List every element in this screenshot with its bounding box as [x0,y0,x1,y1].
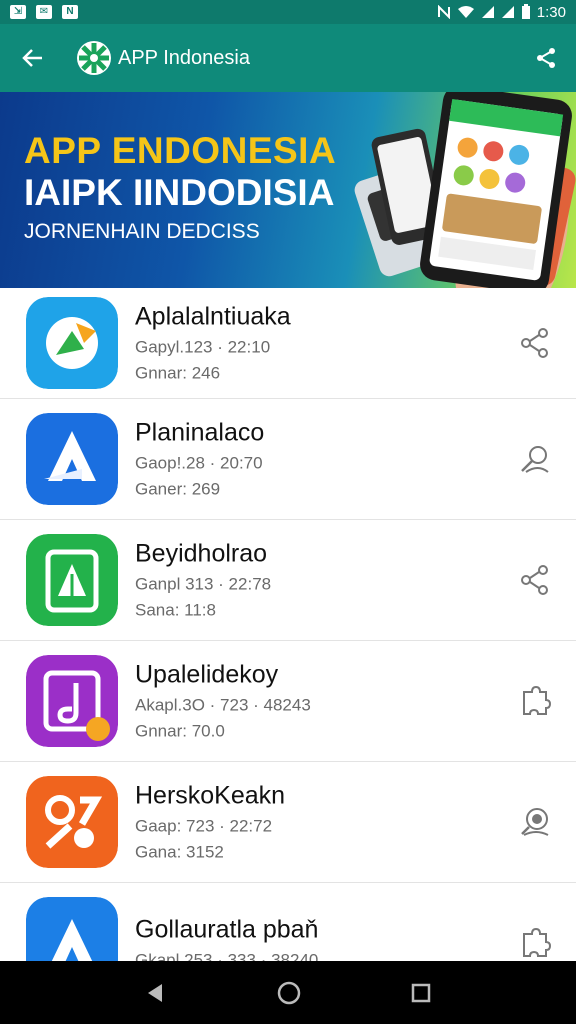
mail-notification-icon: ✉ [36,5,52,19]
arrow-back-icon [22,49,42,67]
list-item[interactable]: Upalelidekoy Akapl.3O · 723 · 48243 Gnna… [0,641,576,762]
app-meta-secondary: Gnnar: 246 [135,363,221,383]
app-meta-secondary: Gnnar: 70.0 [135,721,225,741]
banner-headline: APP ENDONESIA [24,130,337,171]
app-name: Beyidholrao [135,539,268,568]
app-icon-orange [26,776,118,868]
app-meta-secondary: Sana: 11:8 [135,600,216,620]
promo-banner[interactable]: APP ENDONESIA IAIPK IINDODISIA JORNENHAI… [0,92,576,288]
phones-illustration [354,92,576,288]
share-button[interactable] [516,24,576,92]
app-meta: Akapl.3O · 723 · 48243 [135,695,311,715]
app-name: HerskoKeakn [135,781,286,810]
puzzle-icon[interactable] [518,926,552,960]
list-item[interactable]: Aplalalntiuaka Gapyl.123 · 22:10 Gnnar: … [0,288,576,399]
share-icon[interactable] [518,326,552,360]
puzzle-icon[interactable] [518,684,552,718]
share-icon[interactable] [518,563,552,597]
list-item[interactable]: Planinalaco Gaop!.28 · 20:70 Ganer: 269 [0,399,576,520]
app-name: Planinalaco [135,418,265,447]
user-search-icon[interactable] [518,442,552,476]
app-name: Upalelidekoy [135,660,279,689]
app-meta: Ganpl 313 · 22:78 [135,574,272,594]
app-icon-music [26,655,118,747]
share-icon [537,48,555,68]
status-bar: ⇲ ✉ N 1:30 [0,0,576,24]
banner-tagline: JORNENHAIN DEDCISS [24,220,260,243]
notification-icon: N [62,5,78,19]
app-meta: Gapyl.123 · 22:10 [135,337,271,357]
battery-icon [521,4,530,19]
app-meta: Gaap: 723 · 22:72 [135,816,273,836]
app-bar: APP Indonesia [0,24,576,92]
back-button[interactable] [0,24,66,92]
app-icon-sail [26,534,118,626]
notification-icon: ⇲ [10,5,26,19]
signal-icon [481,6,494,18]
notification-icons: ⇲ ✉ N [10,5,78,19]
list-item[interactable]: HerskoKeakn Gaap: 723 · 22:72 Gana: 3152 [0,762,576,883]
banner-subheadline: IAIPK IINDODISIA [24,172,335,213]
nav-back-icon[interactable] [144,981,168,1005]
system-nav-bar [0,961,576,1024]
app-title: APP Indonesia [118,46,250,69]
app-icon-chat [26,297,118,389]
app-meta-secondary: Ganer: 269 [135,479,221,499]
nfc-icon [437,5,450,19]
app-meta-secondary: Gana: 3152 [135,842,224,862]
location-search-icon[interactable] [518,805,552,839]
app-name: Aplalalntiuaka [135,302,291,331]
wifi-icon [457,6,474,18]
app-name: Gollauratla pbaň [135,915,319,944]
nav-recents-icon[interactable] [410,982,432,1004]
app-logo [77,41,111,75]
app-list: Aplalalntiuaka Gapyl.123 · 22:10 Gnnar: … [0,288,576,1004]
status-time: 1:30 [536,3,566,21]
list-item[interactable]: Beyidholrao Ganpl 313 · 22:78 Sana: 11:8 [0,520,576,641]
nav-home-icon[interactable] [276,980,302,1006]
signal-icon [501,6,514,18]
app-icon-arrow [26,413,118,505]
app-meta: Gaop!.28 · 20:70 [135,453,263,473]
